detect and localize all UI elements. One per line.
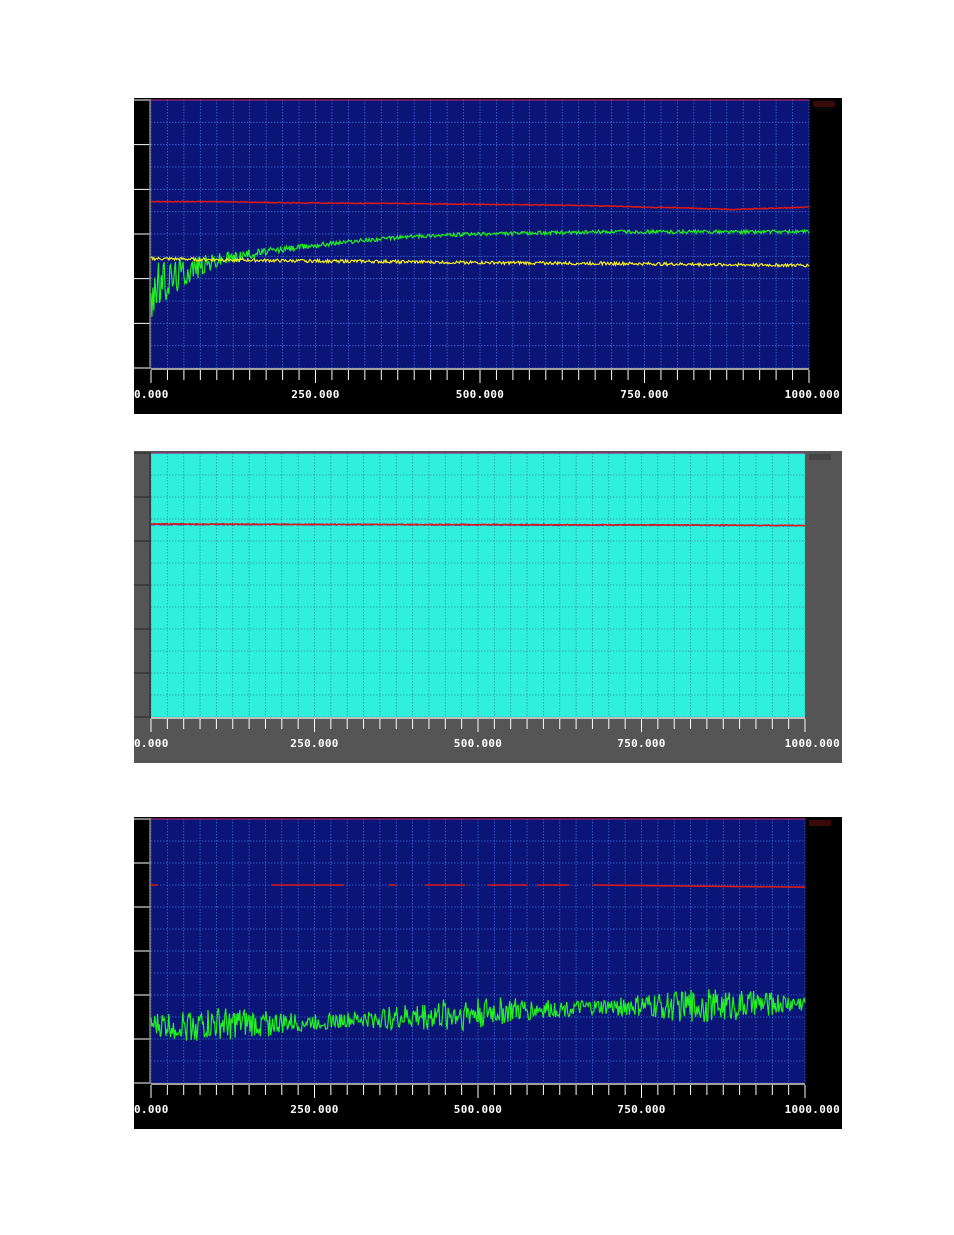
x-tick-label: 500.000 bbox=[454, 1103, 502, 1116]
x-tick-label: 500.000 bbox=[456, 388, 504, 401]
x-tick-label: 750.000 bbox=[620, 388, 668, 401]
chart-panel-2: 0.000 250.000 500.000 750.000 1000.000 bbox=[134, 451, 842, 763]
x-tick-label: 750.000 bbox=[617, 1103, 665, 1116]
x-tick-label: 0.000 bbox=[134, 1103, 169, 1116]
x-tick-label: 750.000 bbox=[617, 737, 665, 750]
corner-readout-mark bbox=[813, 101, 835, 107]
corner-readout-mark bbox=[809, 820, 831, 826]
x-tick-label: 0.000 bbox=[134, 388, 169, 401]
x-tick-label: 1000.000 bbox=[785, 388, 840, 401]
x-tick-label: 250.000 bbox=[291, 388, 339, 401]
x-tick-label: 250.000 bbox=[290, 737, 338, 750]
x-tick-label: 250.000 bbox=[290, 1103, 338, 1116]
chart-1-svg: 0.000 250.000 500.000 750.000 1000.000 bbox=[134, 98, 842, 414]
corner-readout-mark bbox=[809, 454, 831, 460]
chart-panel-3: 0.000 250.000 500.000 750.000 1000.000 bbox=[134, 817, 842, 1129]
x-tick-label: 1000.000 bbox=[785, 737, 840, 750]
x-tick-label: 0.000 bbox=[134, 737, 169, 750]
chart-3-svg: 0.000 250.000 500.000 750.000 1000.000 bbox=[134, 817, 842, 1129]
x-tick-label: 500.000 bbox=[454, 737, 502, 750]
chart-panel-1: 0.000 250.000 500.000 750.000 1000.000 bbox=[134, 98, 842, 414]
x-tick-label: 1000.000 bbox=[785, 1103, 840, 1116]
chart-2-svg: 0.000 250.000 500.000 750.000 1000.000 bbox=[134, 451, 842, 763]
